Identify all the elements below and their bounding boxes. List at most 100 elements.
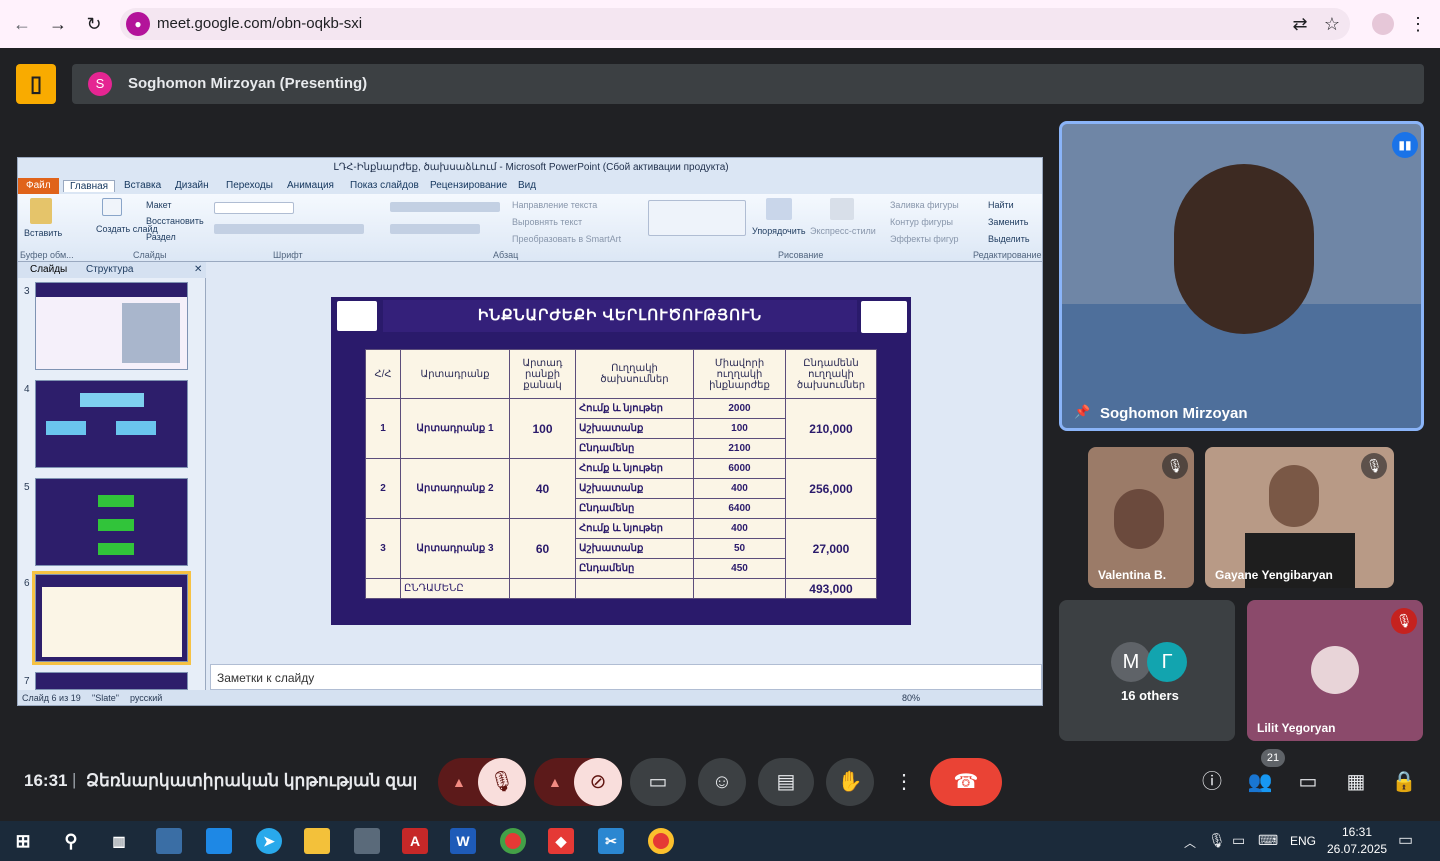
- more-options-icon[interactable]: ⋮: [886, 758, 922, 806]
- reset-button[interactable]: Восстановить: [146, 216, 204, 226]
- chrome-profile-icon[interactable]: [648, 828, 674, 854]
- leave-call-button[interactable]: ☎: [930, 758, 1002, 806]
- chrome-icon[interactable]: [500, 828, 526, 854]
- col-header: Ուղղակի ծախսումներ: [575, 349, 694, 399]
- text-direction-button[interactable]: Направление текста: [512, 200, 597, 210]
- pin-icon[interactable]: 📌: [1074, 404, 1090, 420]
- font-name-select[interactable]: [214, 202, 294, 214]
- shape-outline-button[interactable]: Контур фигуры: [890, 217, 953, 227]
- paste-button[interactable]: Вставить: [24, 228, 62, 238]
- forward-icon[interactable]: →: [46, 12, 70, 36]
- select-button[interactable]: Выделить: [988, 234, 1030, 244]
- people-icon[interactable]: 👥: [1246, 768, 1274, 796]
- participant-tile[interactable]: 🎙 Gayane Yengibaryan: [1205, 447, 1394, 588]
- calculator-icon[interactable]: [354, 828, 380, 854]
- mic-off-icon[interactable]: 🎙: [478, 758, 526, 806]
- tab-file[interactable]: Файл: [18, 178, 59, 194]
- quick-styles-button[interactable]: Экспресс-стили: [810, 226, 876, 236]
- slide-thumbnail-4[interactable]: [35, 380, 188, 468]
- camera-control[interactable]: ▲ ⊘: [534, 758, 622, 806]
- tray-chevron-icon[interactable]: ︿: [1184, 834, 1196, 851]
- section-button[interactable]: Раздел: [146, 232, 176, 242]
- chat-icon[interactable]: ▭: [1294, 768, 1322, 796]
- tray-time[interactable]: 16:31: [1342, 825, 1372, 839]
- raise-hand-button[interactable]: ✋: [826, 758, 874, 806]
- profile-avatar[interactable]: [1372, 13, 1394, 35]
- thumb-number: 5: [24, 482, 30, 493]
- quick-styles-icon[interactable]: [830, 198, 854, 220]
- align-buttons[interactable]: [390, 224, 480, 234]
- tab-review[interactable]: Рецензирование: [430, 180, 507, 191]
- notifications-icon[interactable]: ▭: [1398, 830, 1413, 850]
- smartart-button[interactable]: Преобразовать в SmartArt: [512, 234, 621, 244]
- main-speaker-tile[interactable]: ▮▮ 📌 Soghomon Mirzoyan: [1059, 121, 1424, 431]
- emoji-reactions-button[interactable]: ☺: [698, 758, 746, 806]
- tab-animation[interactable]: Анимация: [287, 180, 334, 191]
- snipping-tool-icon[interactable]: ✂: [598, 828, 624, 854]
- slide-notes[interactable]: Заметки к слайду: [210, 664, 1042, 690]
- zoom-level[interactable]: 80%: [902, 693, 920, 703]
- tab-slides[interactable]: Слайды: [30, 264, 67, 275]
- mic-control[interactable]: ▲ 🎙: [438, 758, 526, 806]
- bookmark-star-icon[interactable]: ☆: [1320, 12, 1344, 36]
- layout-button[interactable]: Макет: [146, 200, 171, 210]
- others-tile[interactable]: M Г 16 others: [1059, 600, 1235, 741]
- shape-effects-button[interactable]: Эффекты фигур: [890, 234, 959, 244]
- slide-thumbnail-5[interactable]: [35, 478, 188, 566]
- font-format-buttons[interactable]: [214, 224, 364, 234]
- tray-keyboard-icon[interactable]: ⌨: [1258, 832, 1278, 849]
- presentation-icon[interactable]: ▯: [16, 64, 56, 104]
- pdf-reader-icon[interactable]: A: [402, 828, 428, 854]
- replace-button[interactable]: Заменить: [988, 217, 1028, 227]
- align-text-button[interactable]: Выровнять текст: [512, 217, 582, 227]
- slide-thumbnail-7[interactable]: [35, 672, 188, 690]
- tab-view[interactable]: Вид: [518, 180, 536, 191]
- slide-thumbnail-3[interactable]: [35, 282, 188, 370]
- anydesk-icon[interactable]: ◆: [548, 828, 574, 854]
- tab-insert[interactable]: Вставка: [124, 180, 161, 191]
- tab-home[interactable]: Главная: [63, 180, 116, 192]
- shapes-gallery[interactable]: [648, 200, 746, 236]
- tab-transitions[interactable]: Переходы: [226, 180, 273, 191]
- computer-app-icon[interactable]: [156, 828, 182, 854]
- find-button[interactable]: Найти: [988, 200, 1014, 210]
- translate-icon[interactable]: ⇄: [1288, 12, 1312, 36]
- tab-outline[interactable]: Структура: [86, 264, 133, 275]
- shape-fill-button[interactable]: Заливка фигуры: [890, 200, 959, 210]
- telegram-icon[interactable]: ➤: [256, 828, 282, 854]
- file-explorer-icon[interactable]: [304, 828, 330, 854]
- input-language[interactable]: ENG: [1290, 834, 1316, 848]
- participant-tile[interactable]: 🎙 Valentina B.: [1088, 447, 1194, 588]
- activities-icon[interactable]: ▦: [1342, 768, 1370, 796]
- store-icon[interactable]: [206, 828, 232, 854]
- chevron-up-icon[interactable]: ▲: [548, 758, 562, 806]
- task-view-icon[interactable]: ▥: [106, 828, 132, 854]
- word-icon[interactable]: W: [450, 828, 476, 854]
- participant-tile[interactable]: 🎙 Lilit Yegoryan: [1247, 600, 1423, 741]
- tray-mic-icon[interactable]: 🎙: [1208, 832, 1226, 849]
- arrange-button[interactable]: Упорядочить: [752, 226, 806, 236]
- search-icon[interactable]: ⚲: [58, 828, 84, 854]
- camera-off-icon[interactable]: ⊘: [574, 758, 622, 806]
- tab-design[interactable]: Дизайн: [175, 180, 209, 191]
- windows-start-icon[interactable]: ⊞: [10, 828, 36, 854]
- new-slide-icon[interactable]: [102, 198, 122, 216]
- slide-thumbnail-6[interactable]: [32, 571, 191, 665]
- present-screen-button[interactable]: ▭: [630, 758, 686, 806]
- reload-icon[interactable]: ↻: [82, 12, 106, 36]
- list-buttons[interactable]: [390, 202, 500, 212]
- tray-date[interactable]: 26.07.2025: [1327, 842, 1387, 856]
- tray-network-icon[interactable]: ▭: [1232, 832, 1245, 849]
- captions-button[interactable]: ▤: [758, 758, 814, 806]
- paste-icon[interactable]: [30, 198, 52, 224]
- tab-slideshow[interactable]: Показ слайдов: [350, 180, 419, 191]
- back-icon[interactable]: ←: [10, 12, 34, 36]
- menu-kebab-icon[interactable]: ⋮: [1406, 12, 1430, 36]
- meeting-info-icon[interactable]: ⓘ: [1198, 768, 1226, 796]
- address-bar[interactable]: ● meet.google.com/obn-oqkb-sxi: [120, 8, 1350, 40]
- arrange-icon[interactable]: [766, 198, 792, 220]
- chevron-up-icon[interactable]: ▲: [452, 758, 466, 806]
- host-controls-icon[interactable]: 🔒: [1390, 768, 1418, 796]
- mic-in-use-icon[interactable]: ●: [126, 12, 150, 36]
- close-panel-icon[interactable]: ✕: [194, 264, 202, 275]
